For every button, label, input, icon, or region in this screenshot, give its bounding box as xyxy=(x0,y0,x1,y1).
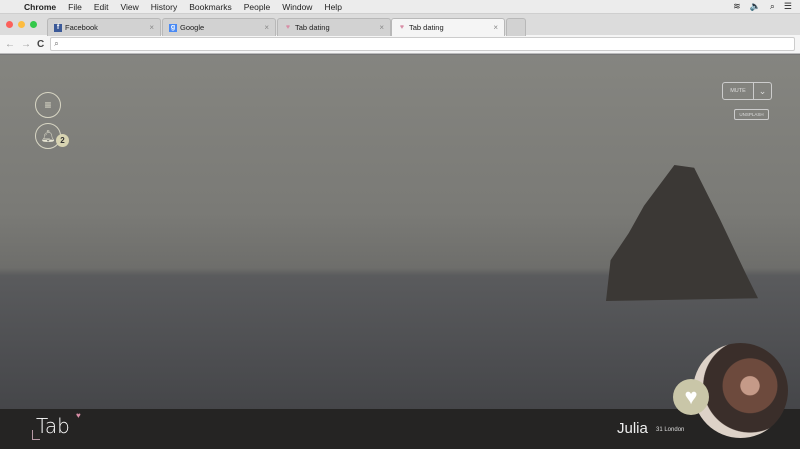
menu-window[interactable]: Window xyxy=(282,2,312,12)
mac-menubar: Chrome File Edit View History Bookmarks … xyxy=(0,0,800,13)
tab-dating-2[interactable]: ♥ Tab dating × xyxy=(391,18,505,36)
unsplash-button[interactable]: UNSPLASH xyxy=(734,109,769,120)
menu-app[interactable]: Chrome xyxy=(24,2,56,12)
reload-icon[interactable]: C xyxy=(37,39,44,50)
list-icon[interactable]: ☰ xyxy=(784,1,792,12)
tab-label: Tab dating xyxy=(295,23,330,32)
menu-edit[interactable]: Edit xyxy=(94,2,109,12)
close-tab-icon[interactable]: × xyxy=(264,23,269,32)
notification-badge: 2 xyxy=(56,134,69,147)
dating-page: ≡ 🔔︎ 2 MUTE ⌄ UNSPLASH Tab ♥ Julia 31 Lond… xyxy=(0,55,800,449)
menu-view[interactable]: View xyxy=(120,2,138,12)
heart-icon: ♥ xyxy=(684,384,698,409)
volume-icon[interactable]: 🔈 xyxy=(750,1,761,12)
menu-bookmarks[interactable]: Bookmarks xyxy=(189,2,232,12)
heart-icon: ♥ xyxy=(285,23,291,31)
sea-rock-image xyxy=(606,165,758,301)
close-tab-icon[interactable]: × xyxy=(149,23,154,32)
heart-icon: ♥ xyxy=(76,411,81,420)
forward-icon[interactable]: → xyxy=(21,39,31,50)
profile-name: Julia xyxy=(617,420,648,437)
mute-button[interactable]: MUTE xyxy=(723,83,753,99)
menu-people[interactable]: People xyxy=(244,2,270,12)
close-window-button[interactable] xyxy=(6,21,13,28)
search-icon: ⌕ xyxy=(54,39,59,48)
heart-icon: ♥ xyxy=(399,23,405,31)
tab-logo[interactable]: Tab ♥ xyxy=(32,411,81,440)
menu-help[interactable]: Help xyxy=(324,2,341,12)
tab-label: Google xyxy=(180,23,205,32)
like-button[interactable]: ♥ xyxy=(673,379,709,415)
profile-meta: 31 London xyxy=(656,427,685,433)
tab-label: Tab dating xyxy=(409,23,444,32)
menu-history[interactable]: History xyxy=(151,2,177,12)
chevron-down-icon[interactable]: ⌄ xyxy=(753,83,771,99)
tab-bar: f Facebook × g Google × ♥ Tab dating × ♥ Tab da… xyxy=(0,13,800,36)
facebook-icon: f xyxy=(54,23,62,32)
mute-control: MUTE ⌄ xyxy=(722,82,772,100)
address-bar[interactable]: ⌕ xyxy=(50,37,795,51)
tab-label: Facebook xyxy=(65,23,98,32)
wifi-icon[interactable]: ≋ xyxy=(733,1,741,12)
menu-button[interactable]: ≡ xyxy=(35,92,61,118)
footer-bar: Tab ♥ Julia 31 London xyxy=(0,409,800,449)
bell-icon: 🔔︎ xyxy=(40,129,56,143)
close-tab-icon[interactable]: × xyxy=(379,23,384,32)
zoom-window-button[interactable] xyxy=(30,21,37,28)
new-tab-button[interactable] xyxy=(506,18,526,36)
back-icon[interactable]: ← xyxy=(5,39,15,50)
spotlight-icon[interactable]: ⌕ xyxy=(770,1,775,12)
tab-google[interactable]: g Google × xyxy=(162,18,276,36)
tab-facebook[interactable]: f Facebook × xyxy=(47,18,161,36)
menu-file[interactable]: File xyxy=(68,2,82,12)
tab-dating-1[interactable]: ♥ Tab dating × xyxy=(277,18,391,36)
minimize-window-button[interactable] xyxy=(18,21,25,28)
logo-text: Tab xyxy=(36,414,70,438)
hamburger-icon: ≡ xyxy=(44,98,52,112)
close-tab-icon[interactable]: × xyxy=(493,23,498,32)
google-icon: g xyxy=(169,23,177,32)
browser-toolbar: ← → C ⌕ xyxy=(0,35,800,54)
